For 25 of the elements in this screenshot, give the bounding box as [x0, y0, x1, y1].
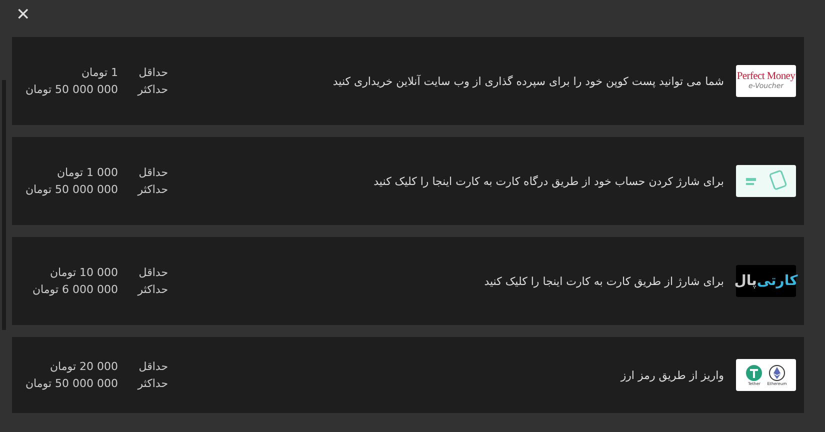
payment-method-card[interactable]: پالکارتی برای شارژ از طریق کارت به کارت اینجا را کلیک کنید حداقل 10 000 تومان حداکثر 6 000 000 تومان — [12, 237, 804, 325]
limit-value: 20 000 تومان — [48, 360, 118, 373]
limit-value: 50 000 000 تومان — [24, 83, 118, 96]
card-gateway-logo — [736, 165, 796, 197]
limit-value: 6 000 000 تومان — [31, 283, 118, 296]
limit-label: حداقل — [138, 66, 168, 79]
method-description: شما می توانید پست کوپن خود را برای سپرده گذاری از وب سایت آنلاین خریداری کنید — [332, 74, 724, 88]
limit-label: حداقل — [138, 166, 168, 179]
limit-label: حداقل — [138, 266, 168, 279]
limit-value: 1 000 تومان — [56, 166, 118, 179]
limit-value: 50 000 000 تومان — [24, 377, 118, 390]
method-description: برای شارژ کردن حساب خود از طریق درگاه کارت به کارت اینجا را کلیک کنید — [374, 174, 724, 188]
limit-label: حداکثر — [136, 183, 168, 196]
limit-value: 1 تومان — [80, 66, 118, 79]
payment-method-card[interactable]: برای شارژ کردن حساب خود از طریق درگاه کارت به کارت اینجا را کلیک کنید حداقل 1 000 تومان حداکثر 50 000 000 تومان — [12, 137, 804, 225]
limit-label: حداکثر — [136, 83, 168, 96]
limit-label: حداکثر — [136, 377, 168, 390]
limit-value: 10 000 تومان — [48, 266, 118, 279]
limit-label: حداقل — [138, 360, 168, 373]
kartipal-logo: پالکارتی — [736, 265, 796, 297]
limit-label: حداکثر — [136, 283, 168, 296]
limit-value: 50 000 000 تومان — [24, 183, 118, 196]
close-button[interactable]: ✕ — [12, 6, 30, 23]
method-description: واریز از طریق رمز ارز — [620, 368, 724, 382]
method-description: برای شارژ از طریق کارت به کارت اینجا را کلیک کنید — [484, 274, 724, 288]
